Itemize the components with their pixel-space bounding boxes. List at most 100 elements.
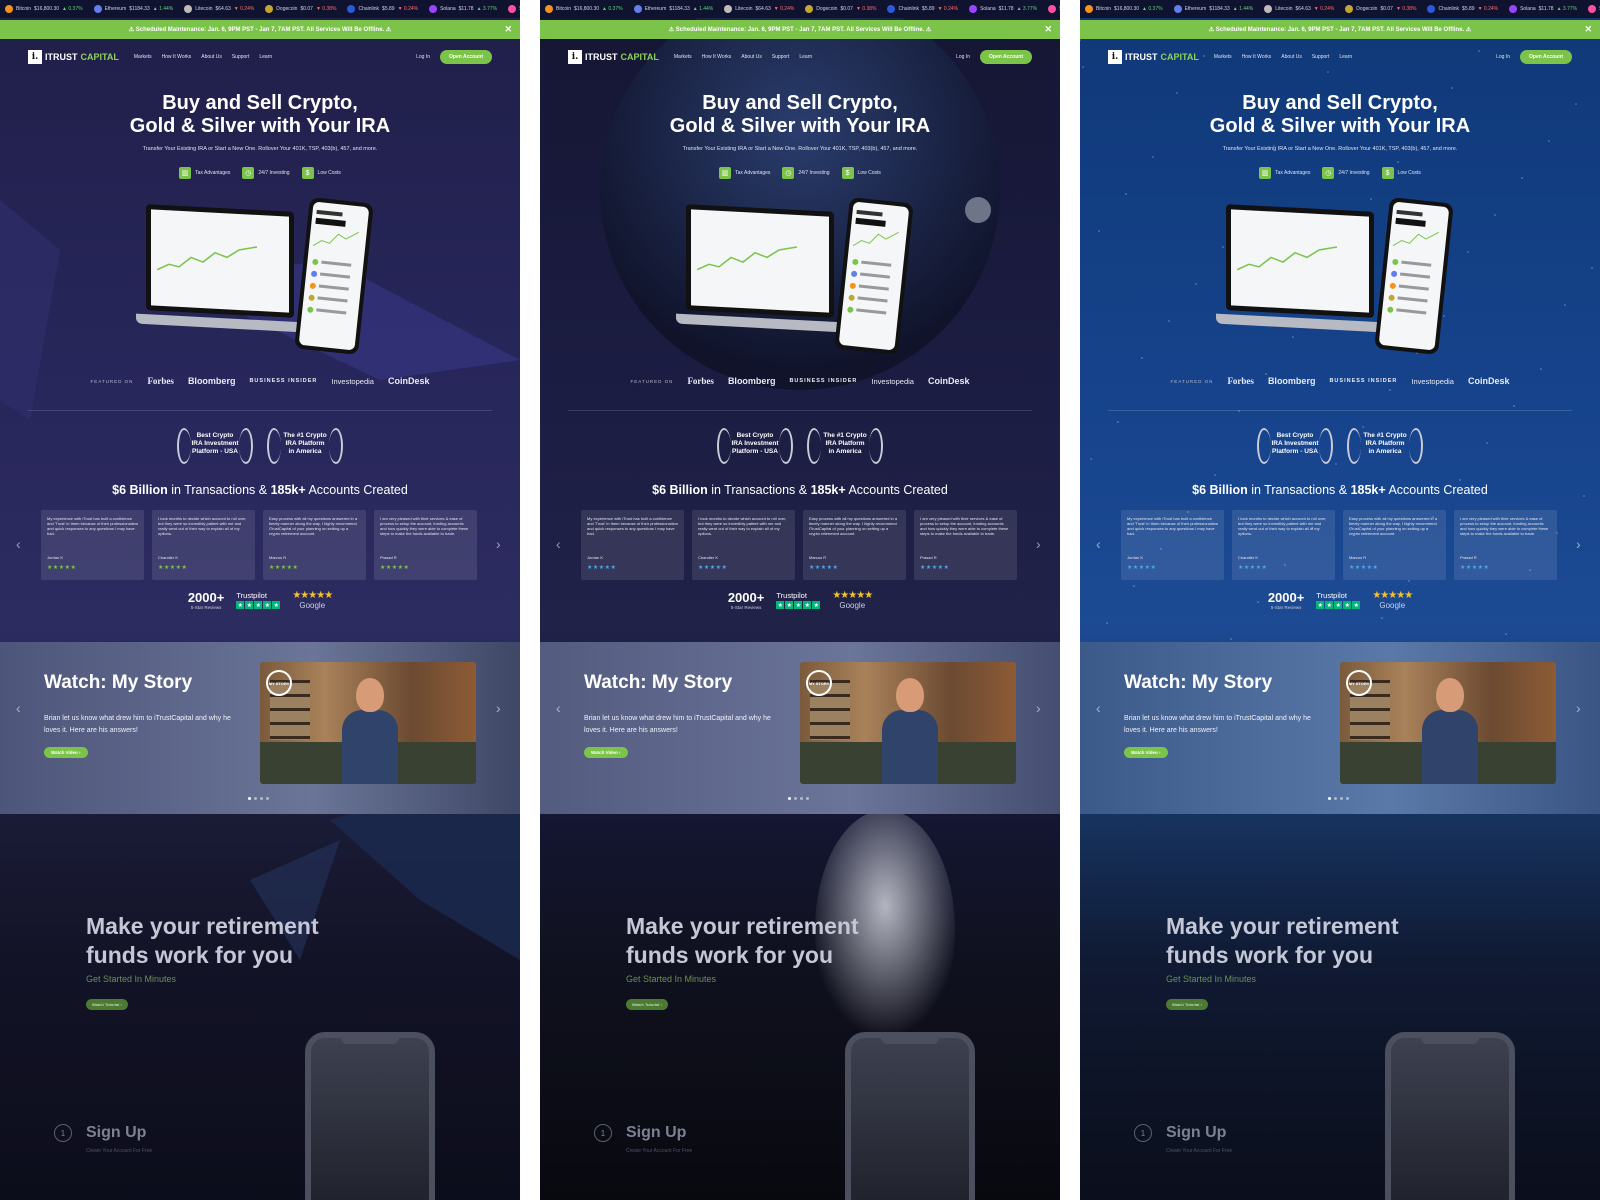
- nav-link-how-it-works[interactable]: How It Works: [702, 54, 732, 60]
- crypto-ticker: Bitcoin $16,800.30 ▲ 0.37% Ethereum $1184.33…: [1080, 0, 1600, 18]
- ticker-item[interactable]: Bitcoin $16,800.30 ▲ 0.37%: [0, 5, 89, 13]
- awards: Best Crypto IRA Investment Platform - USA …: [0, 424, 520, 464]
- story-next-icon[interactable]: ›: [496, 700, 501, 716]
- nav-link-about[interactable]: About Us: [741, 54, 762, 60]
- ticker-item[interactable]: Sushi$1.11▲ 0.64%: [1043, 5, 1060, 13]
- portfolio-chart-icon: [697, 246, 797, 271]
- ticker-item[interactable]: Litecoin $64.63 ▼ 0.24%: [1259, 5, 1340, 13]
- watch-video-button[interactable]: Watch Video ›: [44, 747, 88, 758]
- nav-link-support[interactable]: Support: [232, 54, 250, 60]
- google-label: Google: [839, 601, 866, 610]
- reviews-next-icon[interactable]: ›: [1036, 536, 1041, 552]
- review-card: I took months to decide which account to…: [152, 510, 255, 580]
- ticker-item[interactable]: Solana $11.78 ▲ 3.77%: [964, 5, 1043, 13]
- site-logo[interactable]: i. ITRUST CAPITAL: [1108, 50, 1199, 64]
- login-link[interactable]: Log In: [956, 54, 970, 60]
- story-title: Watch: My Story: [44, 672, 193, 693]
- story-video[interactable]: MY STORY: [800, 662, 1016, 784]
- nav-link-markets[interactable]: Markets: [674, 54, 692, 60]
- close-icon[interactable]: ✕: [504, 24, 512, 35]
- ticker-item[interactable]: Sushi$1.11▲ 0.64%: [503, 5, 520, 13]
- story-prev-icon[interactable]: ‹: [16, 700, 21, 716]
- nav-link-how-it-works[interactable]: How It Works: [1242, 54, 1272, 60]
- coin-name: Dogecoin: [276, 6, 298, 12]
- review-count: 2000+: [1267, 590, 1305, 605]
- reviews-next-icon[interactable]: ›: [496, 536, 501, 552]
- coin-icon: [184, 5, 193, 13]
- nav-link-about[interactable]: About Us: [1281, 54, 1302, 60]
- award-badge: Best Crypto IRA Investment Platform - USA: [1255, 424, 1335, 464]
- ticker-item[interactable]: Bitcoin $16,800.30 ▲ 0.37%: [540, 5, 629, 13]
- story-next-icon[interactable]: ›: [1576, 700, 1581, 716]
- nav-link-learn[interactable]: Learn: [1339, 54, 1352, 60]
- nav-link-support[interactable]: Support: [772, 54, 790, 60]
- dollar-icon: $: [301, 167, 314, 179]
- story-video[interactable]: MY STORY: [260, 662, 476, 784]
- watch-video-button[interactable]: Watch Video ›: [584, 747, 628, 758]
- logo-mark: i.: [28, 50, 42, 64]
- logo-itrust: ITRUST: [585, 52, 618, 62]
- story-prev-icon[interactable]: ‹: [1096, 700, 1101, 716]
- coin-name: Ethereum: [104, 6, 127, 12]
- ticker-item[interactable]: Ethereum $1184.33 ▲ 1.44%: [629, 5, 720, 13]
- badge-investing: ◷ 24/7 Investing: [782, 167, 830, 179]
- ticker-item[interactable]: Ethereum $1184.33 ▲ 1.44%: [1169, 5, 1260, 13]
- nav-link-support[interactable]: Support: [1312, 54, 1330, 60]
- nav-link-about[interactable]: About Us: [201, 54, 222, 60]
- reviews-prev-icon[interactable]: ‹: [1096, 536, 1101, 552]
- ticker-item[interactable]: Ethereum $1184.33 ▲ 1.44%: [89, 5, 180, 13]
- badge-label: 24/7 Investing: [798, 170, 830, 176]
- reviews-next-icon[interactable]: ›: [1576, 536, 1581, 552]
- ticker-item[interactable]: Dogecoin $0.07 ▼ 0.38%: [800, 5, 882, 13]
- coin-price: $5.89: [922, 6, 935, 12]
- coin-price: $0.07: [1380, 6, 1393, 12]
- forbes-logo: Forbes: [147, 376, 174, 386]
- nav-link-learn[interactable]: Learn: [799, 54, 812, 60]
- close-icon[interactable]: ✕: [1584, 24, 1592, 35]
- badge-costs: $ Low Costs: [301, 167, 341, 179]
- carousel-dots[interactable]: [788, 797, 809, 800]
- ticker-item[interactable]: Solana $11.78 ▲ 3.77%: [424, 5, 503, 13]
- bloomberg-logo: Bloomberg: [1267, 376, 1316, 386]
- open-account-button[interactable]: Open Account: [440, 50, 492, 64]
- reviews-prev-icon[interactable]: ‹: [556, 536, 561, 552]
- coin-change: ▼ 0.24%: [773, 6, 795, 12]
- watch-tutorial-button[interactable]: Watch Tutorial ›: [1166, 999, 1208, 1010]
- coin-icon: [93, 5, 102, 13]
- get-started-text: Get Started In Minutes: [86, 974, 177, 984]
- hero-badges: ▥ Tax Advantages ◷ 24/7 Investing $ Low Cos…: [0, 167, 520, 179]
- coin-icon: [969, 5, 978, 13]
- ticker-item[interactable]: Litecoin $64.63 ▼ 0.24%: [179, 5, 260, 13]
- nav-link-how-it-works[interactable]: How It Works: [162, 54, 192, 60]
- reviews-prev-icon[interactable]: ‹: [16, 536, 21, 552]
- ticker-item[interactable]: Chainlink $5.89 ▼ 0.24%: [342, 5, 424, 13]
- nav-link-markets[interactable]: Markets: [1214, 54, 1232, 60]
- carousel-dots[interactable]: [248, 797, 269, 800]
- investopedia-logo: Investopedia: [331, 376, 374, 386]
- watch-video-button[interactable]: Watch Video ›: [1124, 747, 1168, 758]
- carousel-dots[interactable]: [1328, 797, 1349, 800]
- watch-tutorial-button[interactable]: Watch Tutorial ›: [626, 999, 668, 1010]
- watch-tutorial-button[interactable]: Watch Tutorial ›: [86, 999, 128, 1010]
- ticker-item[interactable]: Chainlink $5.89 ▼ 0.24%: [882, 5, 964, 13]
- story-next-icon[interactable]: ›: [1036, 700, 1041, 716]
- story-prev-icon[interactable]: ‹: [556, 700, 561, 716]
- open-account-button[interactable]: Open Account: [980, 50, 1032, 64]
- ticker-item[interactable]: Dogecoin $0.07 ▼ 0.38%: [1340, 5, 1422, 13]
- ticker-item[interactable]: Solana $11.78 ▲ 3.77%: [1504, 5, 1583, 13]
- ticker-item[interactable]: Dogecoin $0.07 ▼ 0.38%: [260, 5, 342, 13]
- site-logo[interactable]: i. ITRUST CAPITAL: [568, 50, 659, 64]
- open-account-button[interactable]: Open Account: [1520, 50, 1572, 64]
- ticker-item[interactable]: Litecoin $64.63 ▼ 0.24%: [719, 5, 800, 13]
- nav-link-learn[interactable]: Learn: [259, 54, 272, 60]
- ticker-item[interactable]: Chainlink $5.89 ▼ 0.24%: [1422, 5, 1504, 13]
- login-link[interactable]: Log In: [1496, 54, 1510, 60]
- close-icon[interactable]: ✕: [1044, 24, 1052, 35]
- nav-link-markets[interactable]: Markets: [134, 54, 152, 60]
- site-logo[interactable]: i. ITRUST CAPITAL: [28, 50, 119, 64]
- login-link[interactable]: Log In: [416, 54, 430, 60]
- story-video[interactable]: MY STORY: [1340, 662, 1556, 784]
- ticker-item[interactable]: Sushi$1.11▲ 0.64%: [1583, 5, 1600, 13]
- logo-itrust: ITRUST: [1125, 52, 1158, 62]
- ticker-item[interactable]: Bitcoin $16,800.30 ▲ 0.37%: [1080, 5, 1169, 13]
